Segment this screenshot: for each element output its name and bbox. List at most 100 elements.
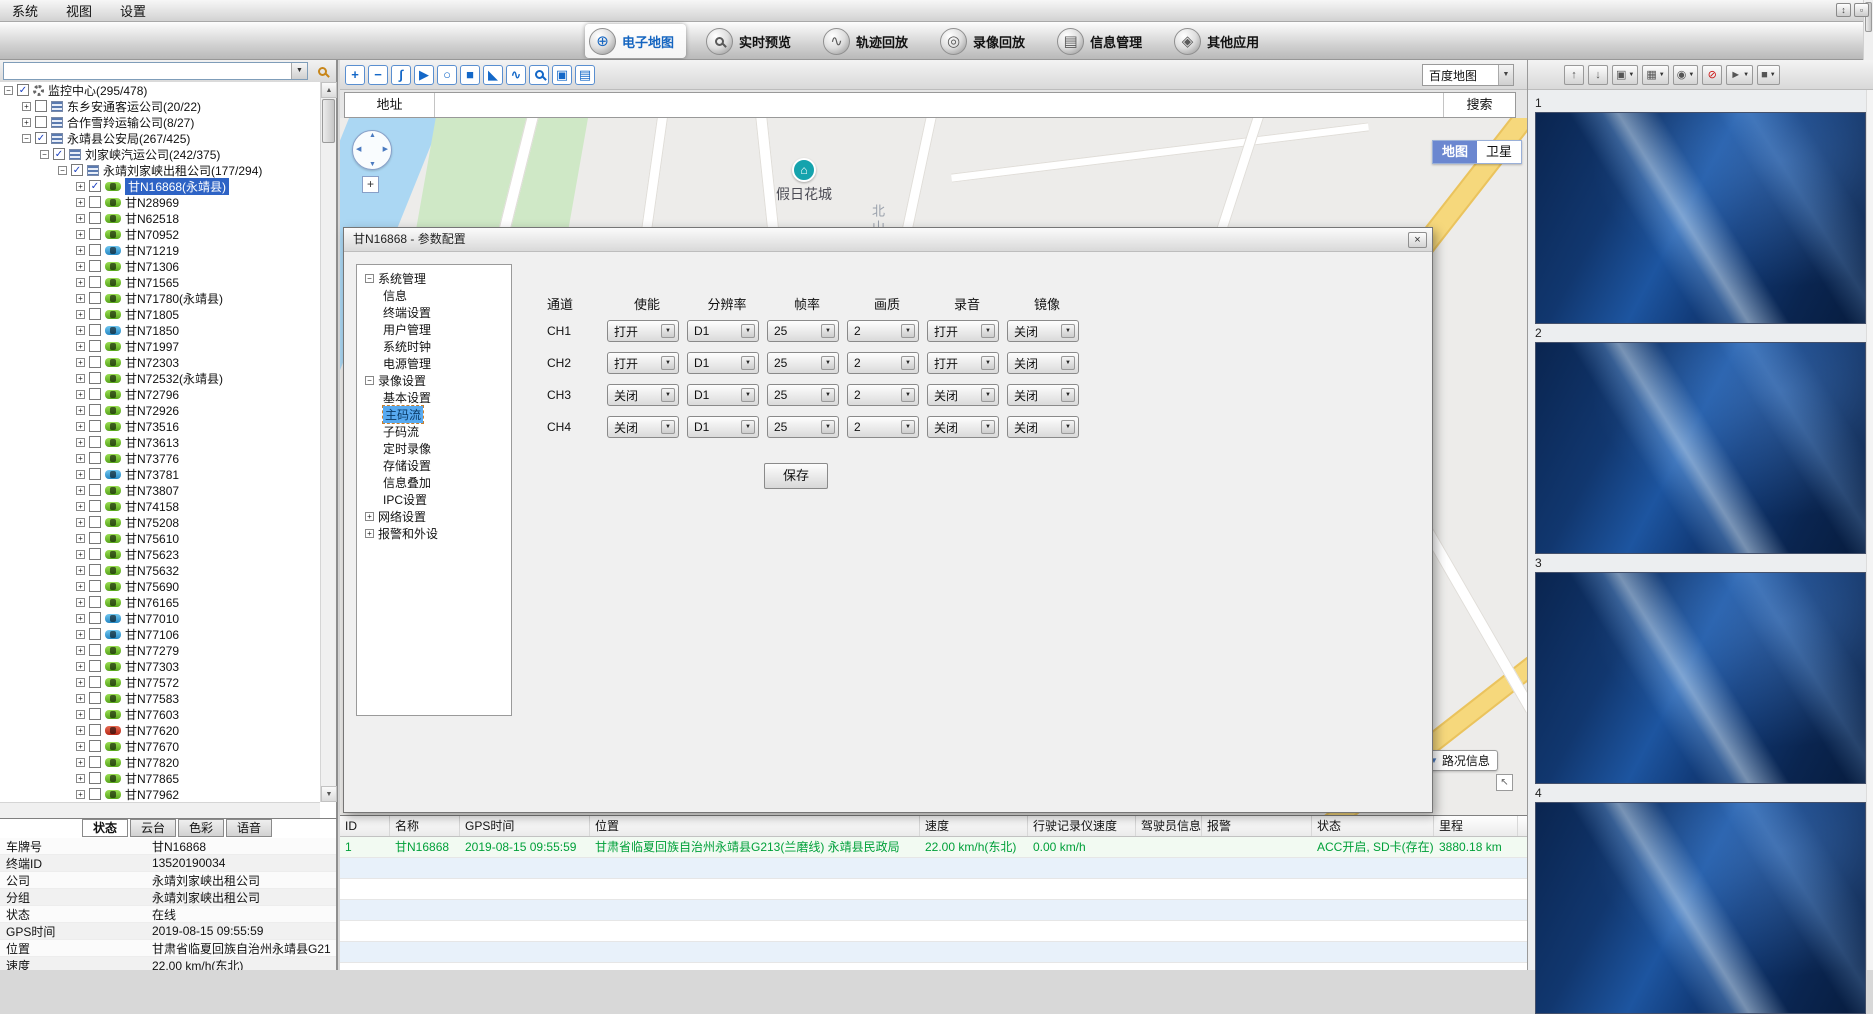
map-zoom-in-control[interactable]: + bbox=[362, 176, 379, 193]
tree-vehicle-row[interactable]: +甘N71850 bbox=[0, 322, 320, 338]
expand-icon[interactable]: + bbox=[76, 326, 85, 335]
tree-vehicle-row[interactable]: +甘N71565 bbox=[0, 274, 320, 290]
tree-vehicle-row[interactable]: +甘N77303 bbox=[0, 658, 320, 674]
satellite-layer-button[interactable]: 卫星 bbox=[1477, 141, 1521, 163]
chevron-down-icon[interactable]: ▼ bbox=[741, 420, 755, 434]
dialog-tree-item[interactable]: −系统管理 bbox=[357, 270, 511, 287]
map-rectangle-button[interactable]: ■ bbox=[460, 65, 480, 85]
nav-info-management[interactable]: ▤信息管理 bbox=[1053, 24, 1154, 58]
tree-vehicle-row[interactable]: +甘N74158 bbox=[0, 498, 320, 514]
expand-icon[interactable]: + bbox=[76, 390, 85, 399]
tree-checkbox[interactable] bbox=[89, 324, 101, 336]
map-polyline-button[interactable]: ∿ bbox=[506, 65, 526, 85]
expand-icon[interactable]: + bbox=[76, 342, 85, 351]
dialog-tree-item[interactable]: 信息 bbox=[357, 287, 511, 304]
table-column-header[interactable]: 名称 bbox=[390, 816, 460, 836]
pan-down-icon[interactable]: ▼ bbox=[369, 161, 376, 168]
ch3-framerate-dropdown[interactable]: 25▼ bbox=[767, 384, 839, 406]
tree-vehicle-row[interactable]: +甘N72303 bbox=[0, 354, 320, 370]
tree-vehicle-row[interactable]: +甘N77279 bbox=[0, 642, 320, 658]
tree-checkbox[interactable] bbox=[89, 660, 101, 672]
video-layout-button[interactable]: ▦▼ bbox=[1642, 65, 1668, 85]
expand-icon[interactable]: + bbox=[76, 790, 85, 799]
ch4-enable-dropdown[interactable]: 关闭▼ bbox=[607, 416, 679, 438]
tree-vehicle-row[interactable]: +甘N71780(永靖县) bbox=[0, 290, 320, 306]
tree-checkbox[interactable] bbox=[89, 404, 101, 416]
tree-vehicle-row[interactable]: +甘N75610 bbox=[0, 530, 320, 546]
table-column-header[interactable]: 状态 bbox=[1312, 816, 1434, 836]
tree-checkbox[interactable] bbox=[89, 388, 101, 400]
expand-icon[interactable]: + bbox=[76, 358, 85, 367]
tab-ptz[interactable]: 云台 bbox=[130, 819, 176, 837]
tree-vehicle-row[interactable]: +甘N75208 bbox=[0, 514, 320, 530]
collapse-icon[interactable]: − bbox=[40, 150, 49, 159]
expand-icon[interactable]: + bbox=[76, 582, 85, 591]
collapse-icon[interactable]: − bbox=[365, 376, 374, 385]
ch1-quality-dropdown[interactable]: 2▼ bbox=[847, 320, 919, 342]
tree-checkbox[interactable]: ✓ bbox=[35, 132, 47, 144]
expand-icon[interactable]: + bbox=[76, 502, 85, 511]
ch1-audio-dropdown[interactable]: 打开▼ bbox=[927, 320, 999, 342]
tree-vehicle-row[interactable]: +甘N73776 bbox=[0, 450, 320, 466]
expand-icon[interactable]: + bbox=[76, 550, 85, 559]
dialog-tree-item[interactable]: −录像设置 bbox=[357, 372, 511, 389]
tree-group-row[interactable]: −✓监控中心(295/478) bbox=[0, 82, 320, 98]
tree-vehicle-row[interactable]: +甘N28969 bbox=[0, 194, 320, 210]
tab-color[interactable]: 色彩 bbox=[178, 819, 224, 837]
chevron-down-icon[interactable]: ▼ bbox=[981, 356, 995, 370]
ch3-mirror-dropdown[interactable]: 关闭▼ bbox=[1007, 384, 1079, 406]
chevron-down-icon[interactable]: ▼ bbox=[901, 388, 915, 402]
map-zoom-in-button[interactable]: + bbox=[345, 65, 365, 85]
ch4-audio-dropdown[interactable]: 关闭▼ bbox=[927, 416, 999, 438]
tree-vehicle-row[interactable]: +甘N77865 bbox=[0, 770, 320, 786]
tree-search-button[interactable] bbox=[311, 62, 333, 80]
tree-checkbox[interactable] bbox=[89, 692, 101, 704]
chevron-down-icon[interactable]: ▼ bbox=[661, 356, 675, 370]
video-up-button[interactable]: ↑ bbox=[1564, 65, 1584, 85]
expand-icon[interactable]: + bbox=[76, 470, 85, 479]
tree-vehicle-row[interactable]: +甘N77106 bbox=[0, 626, 320, 642]
chevron-down-icon[interactable]: ▼ bbox=[1061, 420, 1075, 434]
dialog-tree-item[interactable]: 电源管理 bbox=[357, 355, 511, 372]
tree-checkbox[interactable] bbox=[89, 772, 101, 784]
tree-vehicle-row[interactable]: +✓甘N16868(永靖县) bbox=[0, 178, 320, 194]
chevron-down-icon[interactable]: ▼ bbox=[661, 420, 675, 434]
map-corner-nav-button[interactable]: ↖ bbox=[1496, 774, 1513, 791]
dialog-tree-item[interactable]: 系统时钟 bbox=[357, 338, 511, 355]
tree-checkbox[interactable] bbox=[89, 436, 101, 448]
window-minimize-button[interactable]: ▫ bbox=[1854, 3, 1869, 17]
tree-checkbox[interactable] bbox=[89, 260, 101, 272]
scroll-down-icon[interactable]: ▼ bbox=[321, 786, 337, 802]
tree-checkbox[interactable]: ✓ bbox=[89, 180, 101, 192]
tree-vehicle-row[interactable]: +甘N77583 bbox=[0, 690, 320, 706]
tree-vehicle-row[interactable]: +甘N72926 bbox=[0, 402, 320, 418]
expand-icon[interactable]: + bbox=[22, 118, 31, 127]
video-down-button[interactable]: ↓ bbox=[1588, 65, 1608, 85]
collapse-icon[interactable]: − bbox=[365, 274, 374, 283]
video-scrollbar[interactable] bbox=[1866, 90, 1873, 970]
pan-left-icon[interactable]: ◀ bbox=[356, 145, 361, 153]
tree-group-row[interactable]: +合作雪羚运输公司(8/27) bbox=[0, 114, 320, 130]
tree-vehicle-row[interactable]: +甘N77962 bbox=[0, 786, 320, 802]
tree-checkbox[interactable] bbox=[89, 484, 101, 496]
tree-group-row[interactable]: +东乡安通客运公司(20/22) bbox=[0, 98, 320, 114]
expand-icon[interactable]: + bbox=[76, 774, 85, 783]
map-circle-button[interactable]: ○ bbox=[437, 65, 457, 85]
traffic-info-button[interactable]: ▼ 路况信息 bbox=[1422, 750, 1498, 771]
video-snapshot-button[interactable]: ◉▼ bbox=[1673, 65, 1699, 85]
nav-track-playback[interactable]: ∿轨迹回放 bbox=[819, 24, 920, 58]
chevron-down-icon[interactable]: ▼ bbox=[901, 324, 915, 338]
expand-icon[interactable]: + bbox=[76, 406, 85, 415]
tree-vehicle-row[interactable]: +甘N77603 bbox=[0, 706, 320, 722]
chevron-down-icon[interactable]: ▼ bbox=[741, 388, 755, 402]
chevron-down-icon[interactable]: ▼ bbox=[821, 356, 835, 370]
menu-view[interactable]: 视图 bbox=[66, 1, 92, 20]
video-stop-button[interactable]: ■▼ bbox=[1757, 65, 1780, 85]
chevron-down-icon[interactable]: ▼ bbox=[1743, 72, 1749, 78]
tree-checkbox[interactable] bbox=[89, 356, 101, 368]
window-restore-button[interactable]: ↕ bbox=[1836, 3, 1851, 17]
chevron-down-icon[interactable]: ▼ bbox=[1061, 356, 1075, 370]
tree-vehicle-row[interactable]: +甘N77572 bbox=[0, 674, 320, 690]
address-search-button[interactable]: 搜索 bbox=[1443, 93, 1515, 117]
nav-electronic-map[interactable]: ⊕电子地图 bbox=[585, 24, 686, 58]
